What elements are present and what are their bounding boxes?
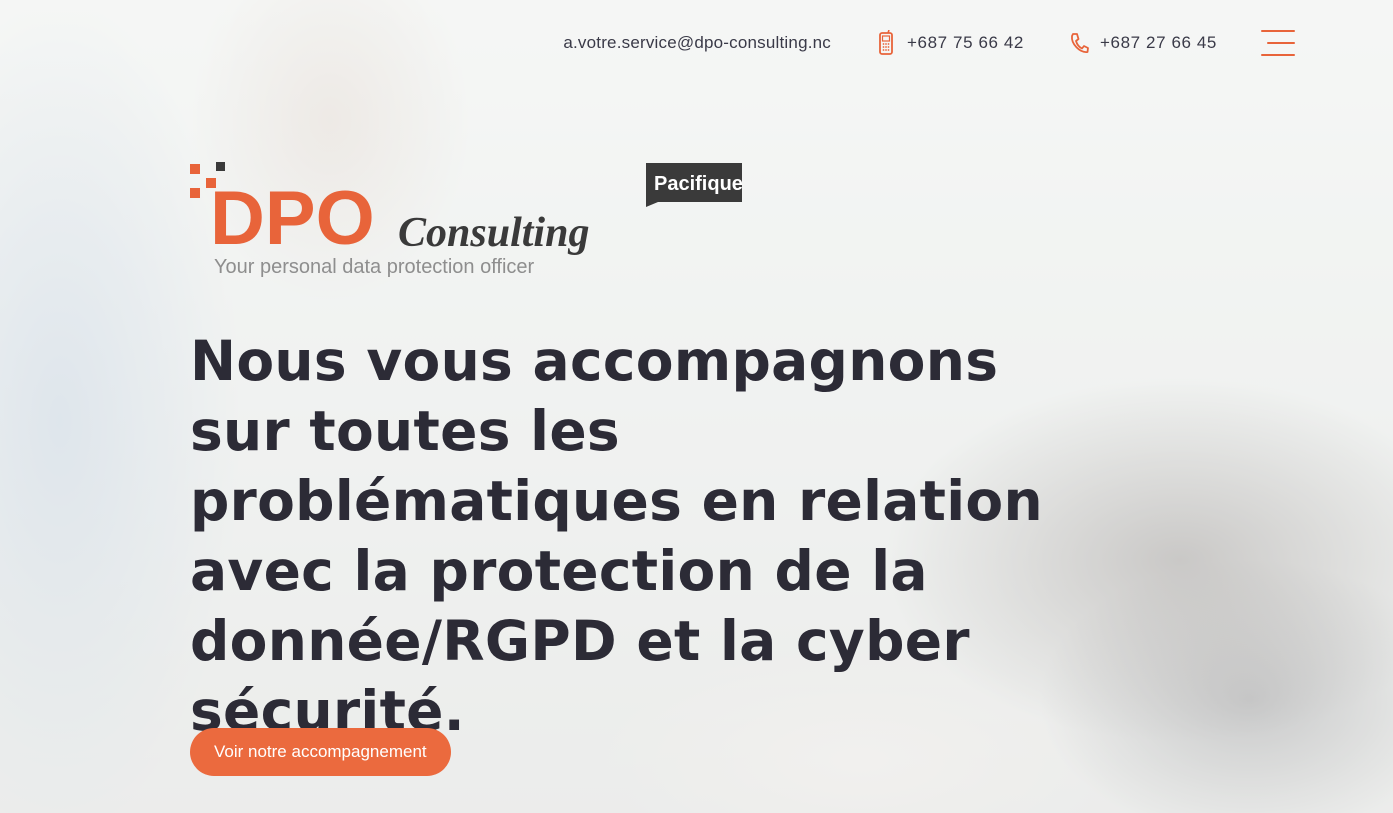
dpo-consulting-logo[interactable]: DPO Consulting Your personal data protec… — [190, 160, 750, 285]
logo-brand: DPO — [210, 176, 375, 261]
hero-section: a.votre.service@dpo-consulting.nc +687 7… — [0, 0, 1393, 813]
contact-bar: a.votre.service@dpo-consulting.nc +687 7… — [563, 26, 1295, 60]
mobile-phone-contact[interactable]: +687 75 66 42 — [875, 29, 1024, 57]
logo-badge: Pacifique — [654, 173, 743, 195]
see-support-button[interactable]: Voir notre accompagnement — [190, 728, 451, 776]
mobile-phone-icon — [875, 29, 897, 57]
email-link[interactable]: a.votre.service@dpo-consulting.nc — [563, 33, 831, 53]
landline-phone-contact[interactable]: +687 27 66 45 — [1068, 29, 1217, 57]
hamburger-menu-icon[interactable] — [1261, 30, 1295, 56]
mobile-phone-number: +687 75 66 42 — [907, 33, 1024, 52]
hero-headline: Nous vous accompagnons sur toutes les pr… — [190, 329, 1043, 743]
logo-brand-script: Consulting — [398, 210, 589, 256]
landline-phone-number: +687 27 66 45 — [1100, 33, 1217, 52]
phone-handset-icon — [1068, 29, 1090, 57]
logo-tagline: Your personal data protection officer — [214, 256, 535, 278]
